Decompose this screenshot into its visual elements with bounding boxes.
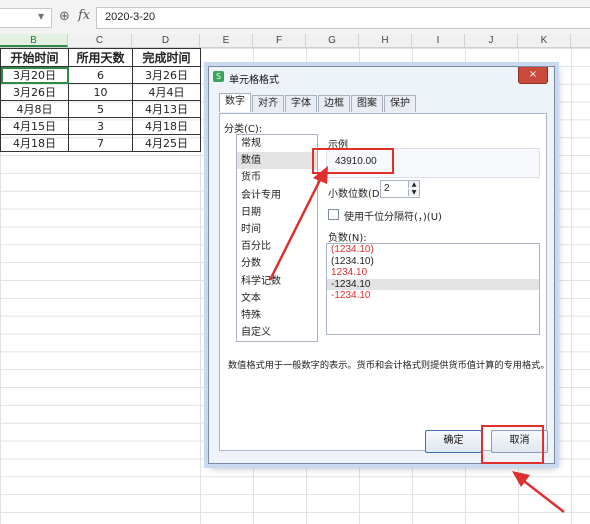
data-table: 开始时间 所用天数 完成时间 3月20日 6 3月26日 3月26日 10 4月… (0, 48, 201, 152)
negative-option[interactable]: -1234.10 (327, 290, 539, 302)
table-cell[interactable]: 4月8日 (0, 100, 69, 118)
table-cell[interactable]: 3 (68, 117, 133, 135)
category-item[interactable]: 货币 (237, 169, 317, 186)
category-item[interactable]: 科学记数 (237, 273, 317, 290)
tab-alignment[interactable]: 对齐 (252, 95, 284, 112)
category-item[interactable]: 时间 (237, 221, 317, 238)
table-cell[interactable]: 4月25日 (132, 134, 201, 152)
negative-numbers-list[interactable]: (1234.10) (1234.10) 1234.10 -1234.10 -12… (326, 243, 540, 335)
table-cell[interactable]: 10 (68, 83, 133, 101)
ok-button[interactable]: 确定 (425, 430, 482, 453)
tab-number[interactable]: 数字 (219, 93, 251, 112)
cancel-highlight-box (481, 425, 544, 464)
column-header-f[interactable]: F (253, 34, 306, 47)
category-item[interactable]: 特殊 (237, 307, 317, 324)
table-header-row: 开始时间 所用天数 完成时间 (0, 48, 201, 67)
chevron-down-icon[interactable]: ▼ (38, 12, 44, 21)
category-item[interactable]: 文本 (237, 290, 317, 307)
zoom-icon[interactable]: ⊕ (59, 9, 70, 24)
negative-option[interactable]: (1234.10) (327, 244, 539, 256)
category-list[interactable]: 常规 数值 货币 会计专用 日期 时间 百分比 分数 科学记数 文本 特殊 自定… (236, 134, 318, 342)
table-cell[interactable]: 4月4日 (132, 83, 201, 101)
column-header-d[interactable]: D (132, 34, 200, 47)
column-header-h[interactable]: H (359, 34, 412, 47)
spin-up-icon[interactable]: ▲ (408, 181, 419, 188)
tab-protection[interactable]: 保护 (384, 95, 416, 112)
tab-pattern[interactable]: 图案 (351, 95, 383, 112)
table-row: 3月26日 10 4月4日 (0, 83, 201, 101)
column-header-c[interactable]: C (68, 34, 132, 47)
format-cells-dialog: S 单元格格式 × 数字 对齐 字体 边框 图案 保护 分类(C): 常规 数值… (208, 66, 555, 464)
category-item[interactable]: 日期 (237, 204, 317, 221)
table-cell[interactable]: 3月26日 (0, 83, 69, 101)
app-logo-icon: S (213, 71, 224, 82)
category-label: 分类(C): (224, 124, 263, 135)
dialog-title: 单元格格式 (229, 75, 279, 86)
category-item[interactable]: 常规 (237, 135, 317, 152)
column-header-b[interactable]: B (0, 34, 68, 47)
table-cell-selected[interactable]: 3月20日 (0, 66, 69, 84)
column-header-g[interactable]: G (306, 34, 359, 47)
formula-value: 2020-3-20 (105, 11, 156, 23)
negative-numbers-label: 负数(N): (328, 233, 367, 244)
table-row: 4月18日 7 4月25日 (0, 134, 201, 152)
column-header-row: B C D E F G H I J K (0, 34, 590, 48)
negative-option[interactable]: (1234.10) (327, 256, 539, 268)
tab-strip: 数字 对齐 字体 边框 图案 保护 (219, 93, 417, 112)
thousands-separator-checkbox[interactable] (328, 209, 339, 220)
table-cell[interactable]: 4月15日 (0, 117, 69, 135)
table-cell[interactable]: 7 (68, 134, 133, 152)
table-cell[interactable]: 4月18日 (0, 134, 69, 152)
decimal-places-value[interactable]: 2 (384, 183, 390, 194)
table-cell[interactable]: 4月18日 (132, 117, 201, 135)
close-button[interactable]: × (518, 67, 548, 84)
header-start-time[interactable]: 开始时间 (0, 48, 69, 67)
formula-input[interactable]: 2020-3-20 (96, 7, 590, 29)
category-item[interactable]: 分数 (237, 255, 317, 272)
table-row: 3月20日 6 3月26日 (0, 66, 201, 84)
grid-line (571, 48, 572, 524)
negative-option-selected[interactable]: -1234.10 (327, 278, 539, 291)
sample-highlight-box (312, 148, 394, 174)
negative-option[interactable]: 1234.10 (327, 267, 539, 279)
column-header-i[interactable]: I (412, 34, 465, 47)
spin-down-icon[interactable]: ▼ (408, 189, 419, 196)
dialog-title-bar[interactable]: S 单元格格式 × (209, 67, 554, 87)
table-cell[interactable]: 6 (68, 66, 133, 84)
table-cell[interactable]: 3月26日 (132, 66, 201, 84)
tab-font[interactable]: 字体 (285, 95, 317, 112)
header-days-used[interactable]: 所用天数 (68, 48, 133, 67)
format-description: 数值格式用于一般数字的表示。货币和会计格式则提供货币值计算的专用格式。 (228, 360, 550, 371)
category-item[interactable]: 自定义 (237, 324, 317, 341)
column-header-k[interactable]: K (518, 34, 571, 47)
tab-border[interactable]: 边框 (318, 95, 350, 112)
header-finish-time[interactable]: 完成时间 (132, 48, 201, 67)
category-item[interactable]: 会计专用 (237, 187, 317, 204)
table-cell[interactable]: 4月13日 (132, 100, 201, 118)
table-row: 4月8日 5 4月13日 (0, 100, 201, 118)
fx-icon[interactable]: fx (78, 8, 90, 23)
table-row: 4月15日 3 4月18日 (0, 117, 201, 135)
decimal-places-label: 小数位数(D): (328, 189, 387, 200)
category-item-selected[interactable]: 数值 (237, 152, 317, 170)
name-box[interactable] (0, 8, 52, 28)
thousands-separator-label[interactable]: 使用千位分隔符(，)(U) (344, 208, 442, 223)
category-item[interactable]: 百分比 (237, 238, 317, 255)
formula-bar: ▼ ⊕ fx 2020-3-20 (0, 0, 590, 35)
decimal-places-spinner[interactable]: 2 ▲ ▼ (380, 180, 420, 198)
column-header-e[interactable]: E (200, 34, 253, 47)
table-cell[interactable]: 5 (68, 100, 133, 118)
column-header-j[interactable]: J (465, 34, 518, 47)
